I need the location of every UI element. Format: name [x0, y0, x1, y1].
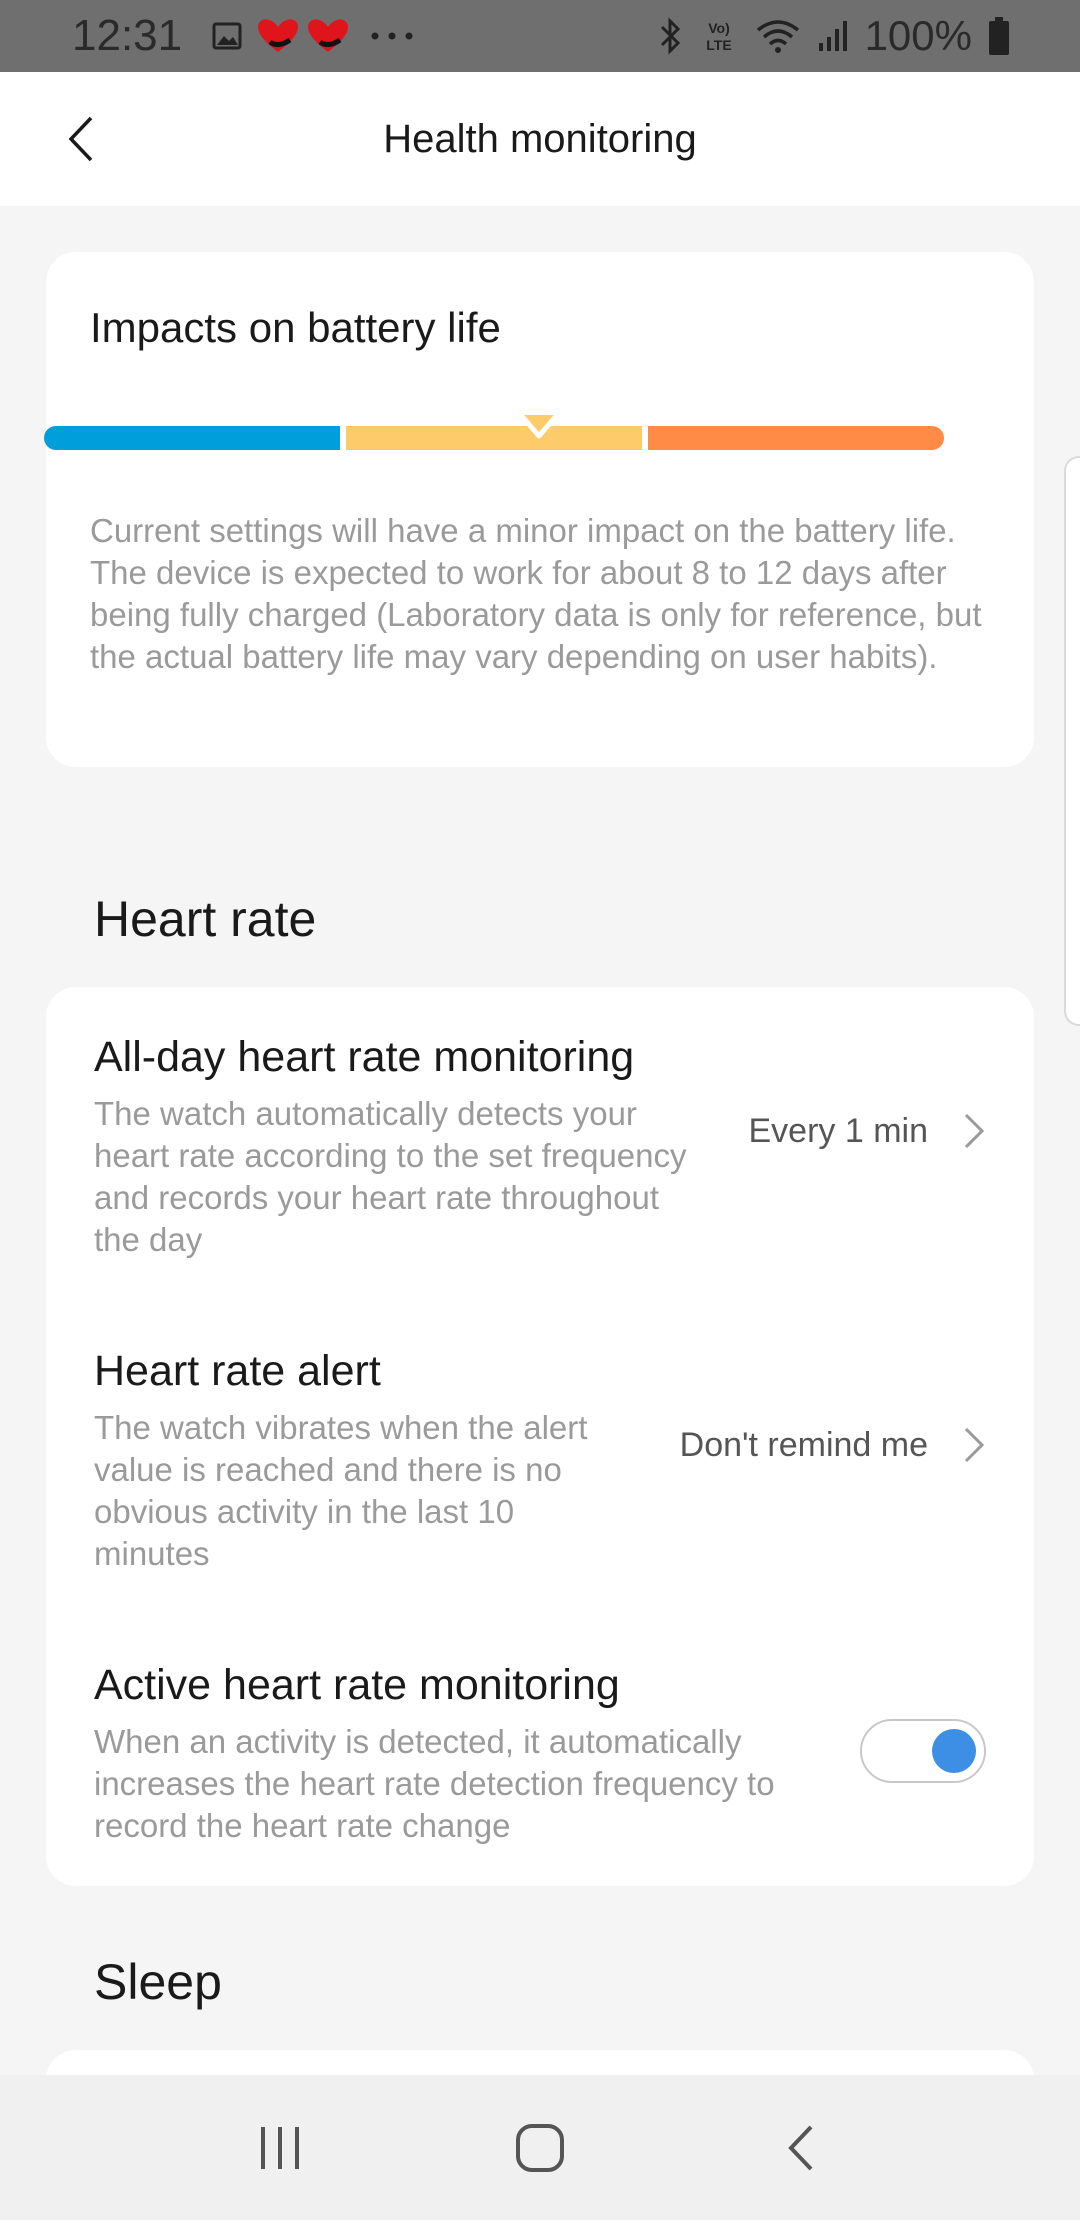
recent-apps-button[interactable] — [240, 2108, 320, 2188]
row-value-text: Don't remind me — [679, 1425, 928, 1464]
row-description: The watch automatically detects your hea… — [94, 1095, 687, 1258]
status-left-icons — [212, 18, 414, 54]
chevron-left-icon — [68, 116, 93, 162]
impact-segment-low — [44, 426, 340, 450]
section-title-sleep: Sleep — [94, 1954, 222, 2010]
home-button[interactable] — [500, 2108, 580, 2188]
battery-impact-bar — [44, 426, 944, 450]
active-heart-rate-toggle[interactable] — [860, 1719, 986, 1783]
home-icon — [516, 2123, 564, 2172]
wifi-icon — [755, 18, 801, 54]
gallery-icon — [212, 21, 242, 51]
battery-impact-title: Impacts on battery life — [90, 304, 501, 351]
chevron-right-icon — [964, 1427, 985, 1463]
active-heart-rate-row: Active heart rate monitoring When an act… — [94, 1657, 994, 1847]
system-back-button[interactable] — [760, 2108, 840, 2188]
back-button[interactable] — [50, 106, 110, 172]
system-nav-bar — [0, 2075, 1080, 2220]
all-day-frequency-value[interactable]: Every 1 min — [749, 1111, 987, 1151]
more-dots-icon — [370, 31, 414, 41]
row-title: All-day heart rate monitoring — [94, 1033, 635, 1081]
svg-text:Vo): Vo) — [708, 20, 730, 36]
toggle-knob — [932, 1729, 976, 1773]
row-value-text: Every 1 min — [748, 1111, 929, 1150]
row-title: Active heart rate monitoring — [94, 1661, 620, 1709]
app-header: Health monitoring — [0, 72, 1080, 206]
heart-rate-alert-value[interactable]: Don't remind me — [680, 1425, 986, 1465]
status-right-icons: Vo) LTE 100% — [657, 12, 1010, 60]
row-description: When an activity is detected, it automat… — [94, 1723, 775, 1844]
battery-impact-description: Current settings will have a minor impac… — [90, 512, 982, 675]
signal-icon — [817, 19, 849, 53]
row-title: Heart rate alert — [94, 1347, 381, 1395]
volte-icon: Vo) LTE — [699, 16, 739, 56]
chevron-right-icon — [964, 1113, 985, 1149]
section-title-heart-rate: Heart rate — [94, 891, 317, 947]
recent-apps-icon — [261, 2126, 299, 2169]
svg-text:LTE: LTE — [706, 37, 731, 53]
impact-segment-high — [648, 426, 944, 450]
impact-marker-icon — [519, 413, 559, 439]
battery-icon — [988, 16, 1010, 56]
bluetooth-icon — [657, 16, 683, 56]
status-bar: 12:31 Vo) LTE 100% — [0, 0, 1080, 72]
heart-rate-card: All-day heart rate monitoring The watch … — [46, 987, 1034, 1886]
hearts-notification-icon — [256, 18, 356, 54]
impact-segment-medium — [346, 426, 642, 450]
page-title: Health monitoring — [383, 116, 697, 161]
row-description: The watch vibrates when the alert value … — [94, 1409, 588, 1572]
status-time: 12:31 — [72, 11, 183, 60]
battery-percent: 100% — [864, 12, 972, 59]
scroll-edge-handle[interactable] — [1064, 456, 1080, 1026]
back-icon — [788, 2125, 813, 2170]
